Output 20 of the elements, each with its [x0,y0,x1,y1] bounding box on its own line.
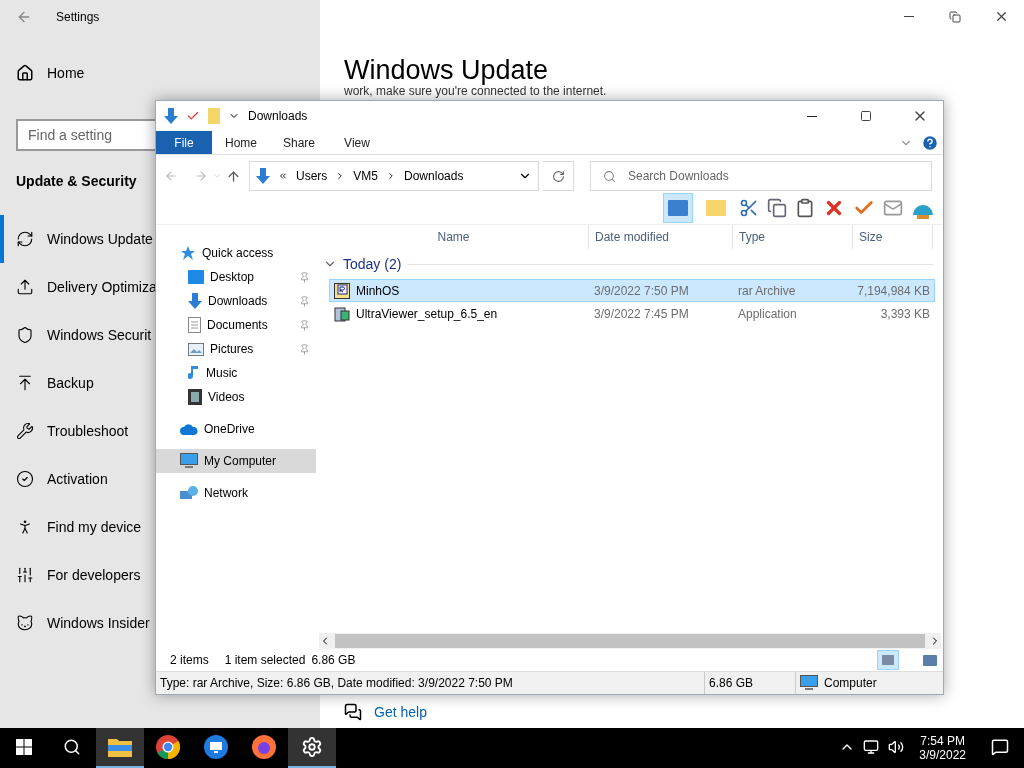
table-cell-text: 3/9/2022 7:45 PM [593,306,690,321]
table-cell-text: 3/9/2022 7:50 PM [593,283,690,298]
details-location: Computer [824,676,877,690]
details-text: Type: rar Archive, Size: 6.86 GB, Date modified: 3/9/2022 7:50 PM [159,675,514,692]
table-cell-text: 3,393 KB [879,306,931,321]
window-title: Settings [56,9,100,24]
selection-size: 6.86 GB [311,653,356,667]
page-title: Windows Update [344,54,549,86]
table-cell-text: rar Archive [737,283,797,298]
window-title: Downloads [248,109,308,123]
section-heading: Update & Security [16,173,137,189]
details-size: 6.86 GB [704,672,795,694]
page-text: work, make sure you're connected to the internet. [344,85,608,98]
file-name: MinhOS [356,283,400,298]
selection-info: 1 item selected [224,653,306,667]
table-cell-text: Application [737,306,798,321]
item-count: 2 items [170,653,209,667]
group-header: Today (2) [343,256,402,272]
table-cell-text: 7,194,984 KB [856,283,931,298]
file-name: UltraViewer_setup_6.5_en [356,306,498,321]
